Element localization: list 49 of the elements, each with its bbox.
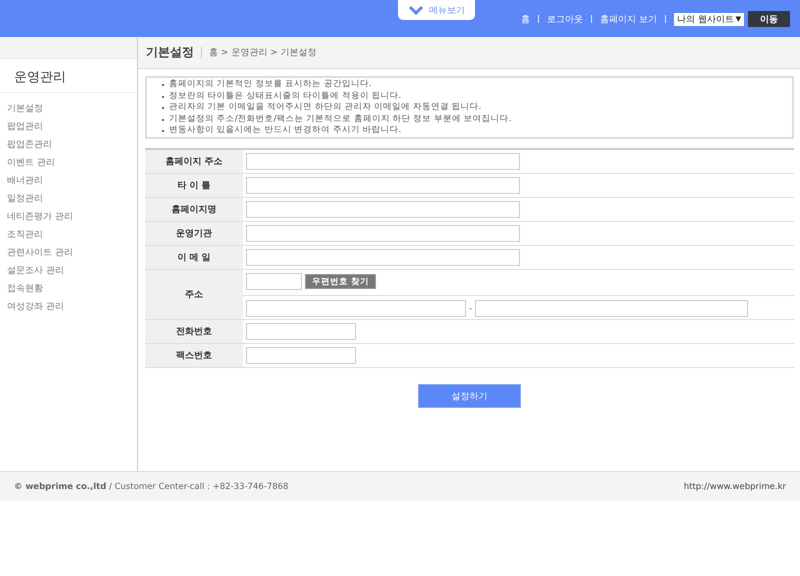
sidebar-item[interactable]: 팝업관리 bbox=[0, 118, 137, 136]
notice-text: 홈페이지의 기본적인 정보를 표시하는 공간입니다. bbox=[169, 79, 372, 91]
sidebar-item[interactable]: 조직관리 bbox=[0, 226, 137, 244]
zip-search-button[interactable]: 우편번호 찾기 bbox=[305, 274, 376, 289]
field-label: 홈페이지 주소 bbox=[145, 149, 243, 174]
address-field[interactable] bbox=[475, 300, 748, 317]
copyright-text: © webprime co.,ltd / Customer Center-call : +82-33-746-7868 bbox=[14, 482, 288, 492]
page-title: 기본설정 bbox=[146, 44, 194, 61]
notice-text: 정보란의 타이틀은 상태표시줄의 타이틀에 적용이 됩니다. bbox=[169, 90, 402, 102]
field-label: 이 메 일 bbox=[145, 246, 243, 270]
notice-text: 변동사항이 있을시에는 반드시 변경하여 주시기 바랍니다. bbox=[169, 125, 402, 137]
sidebar-item[interactable]: 접속현황 bbox=[0, 280, 137, 298]
breadcrumb: 홈 > 운영관리 > 기본설정 bbox=[209, 47, 317, 59]
field-label: 운영기관 bbox=[145, 222, 243, 246]
field-label: 타 이 틀 bbox=[145, 174, 243, 198]
input-field[interactable] bbox=[246, 323, 356, 340]
separator-text: - bbox=[468, 304, 473, 313]
input-field[interactable] bbox=[246, 201, 520, 218]
submit-button[interactable]: 설정하기 bbox=[418, 384, 521, 408]
sidebar-item[interactable]: 네티즌평가 관리 bbox=[0, 208, 137, 226]
field-label: 팩스번호 bbox=[145, 344, 243, 368]
sidebar-title: 운영관리 bbox=[0, 59, 137, 93]
address-field[interactable] bbox=[246, 300, 466, 317]
sidebar-item[interactable]: 이벤트 관리 bbox=[0, 154, 137, 172]
input-field[interactable] bbox=[246, 153, 520, 170]
header-link[interactable]: 홈 bbox=[521, 12, 530, 26]
sidebar-item[interactable]: 관련사이트 관리 bbox=[0, 244, 137, 262]
field-label: 전화번호 bbox=[145, 320, 243, 344]
input-field[interactable] bbox=[246, 347, 356, 364]
go-button[interactable]: 이동 bbox=[748, 11, 790, 27]
input-field[interactable] bbox=[246, 225, 520, 242]
notice-text: 관리자의 기본 이메일을 적어주시면 하단의 관리자 이메일에 자동연결 됩니다. bbox=[169, 102, 482, 114]
sidebar-item[interactable]: 배너관리 bbox=[0, 172, 137, 190]
sidebar-item[interactable]: 여성강좌 관리 bbox=[0, 298, 137, 316]
input-field[interactable] bbox=[246, 249, 520, 266]
header-link[interactable]: 홈페이지 보기 bbox=[600, 12, 657, 26]
menu-button[interactable]: 메뉴보기 bbox=[398, 0, 475, 20]
sidebar-item[interactable]: 팝업존관리 bbox=[0, 136, 137, 154]
field-label: 주소 bbox=[145, 270, 243, 320]
field-label: 홈페이지명 bbox=[145, 198, 243, 222]
website-link[interactable]: http://www.webprime.kr bbox=[684, 482, 786, 492]
chevron-down-icon bbox=[408, 5, 424, 15]
zip-field[interactable] bbox=[246, 273, 302, 290]
sidebar-item[interactable]: 기본설정 bbox=[0, 100, 137, 118]
input-field[interactable] bbox=[246, 177, 520, 194]
header-link[interactable]: 로그아웃 bbox=[547, 12, 584, 26]
sidebar-item[interactable]: 설문조사 관리 bbox=[0, 262, 137, 280]
sidebar-item[interactable]: 일정관리 bbox=[0, 190, 137, 208]
notice-text: 기본설정의 주소/전화번호/팩스는 기본적으로 홈페이지 하단 정보 부분에 보여집니다. bbox=[169, 114, 512, 126]
